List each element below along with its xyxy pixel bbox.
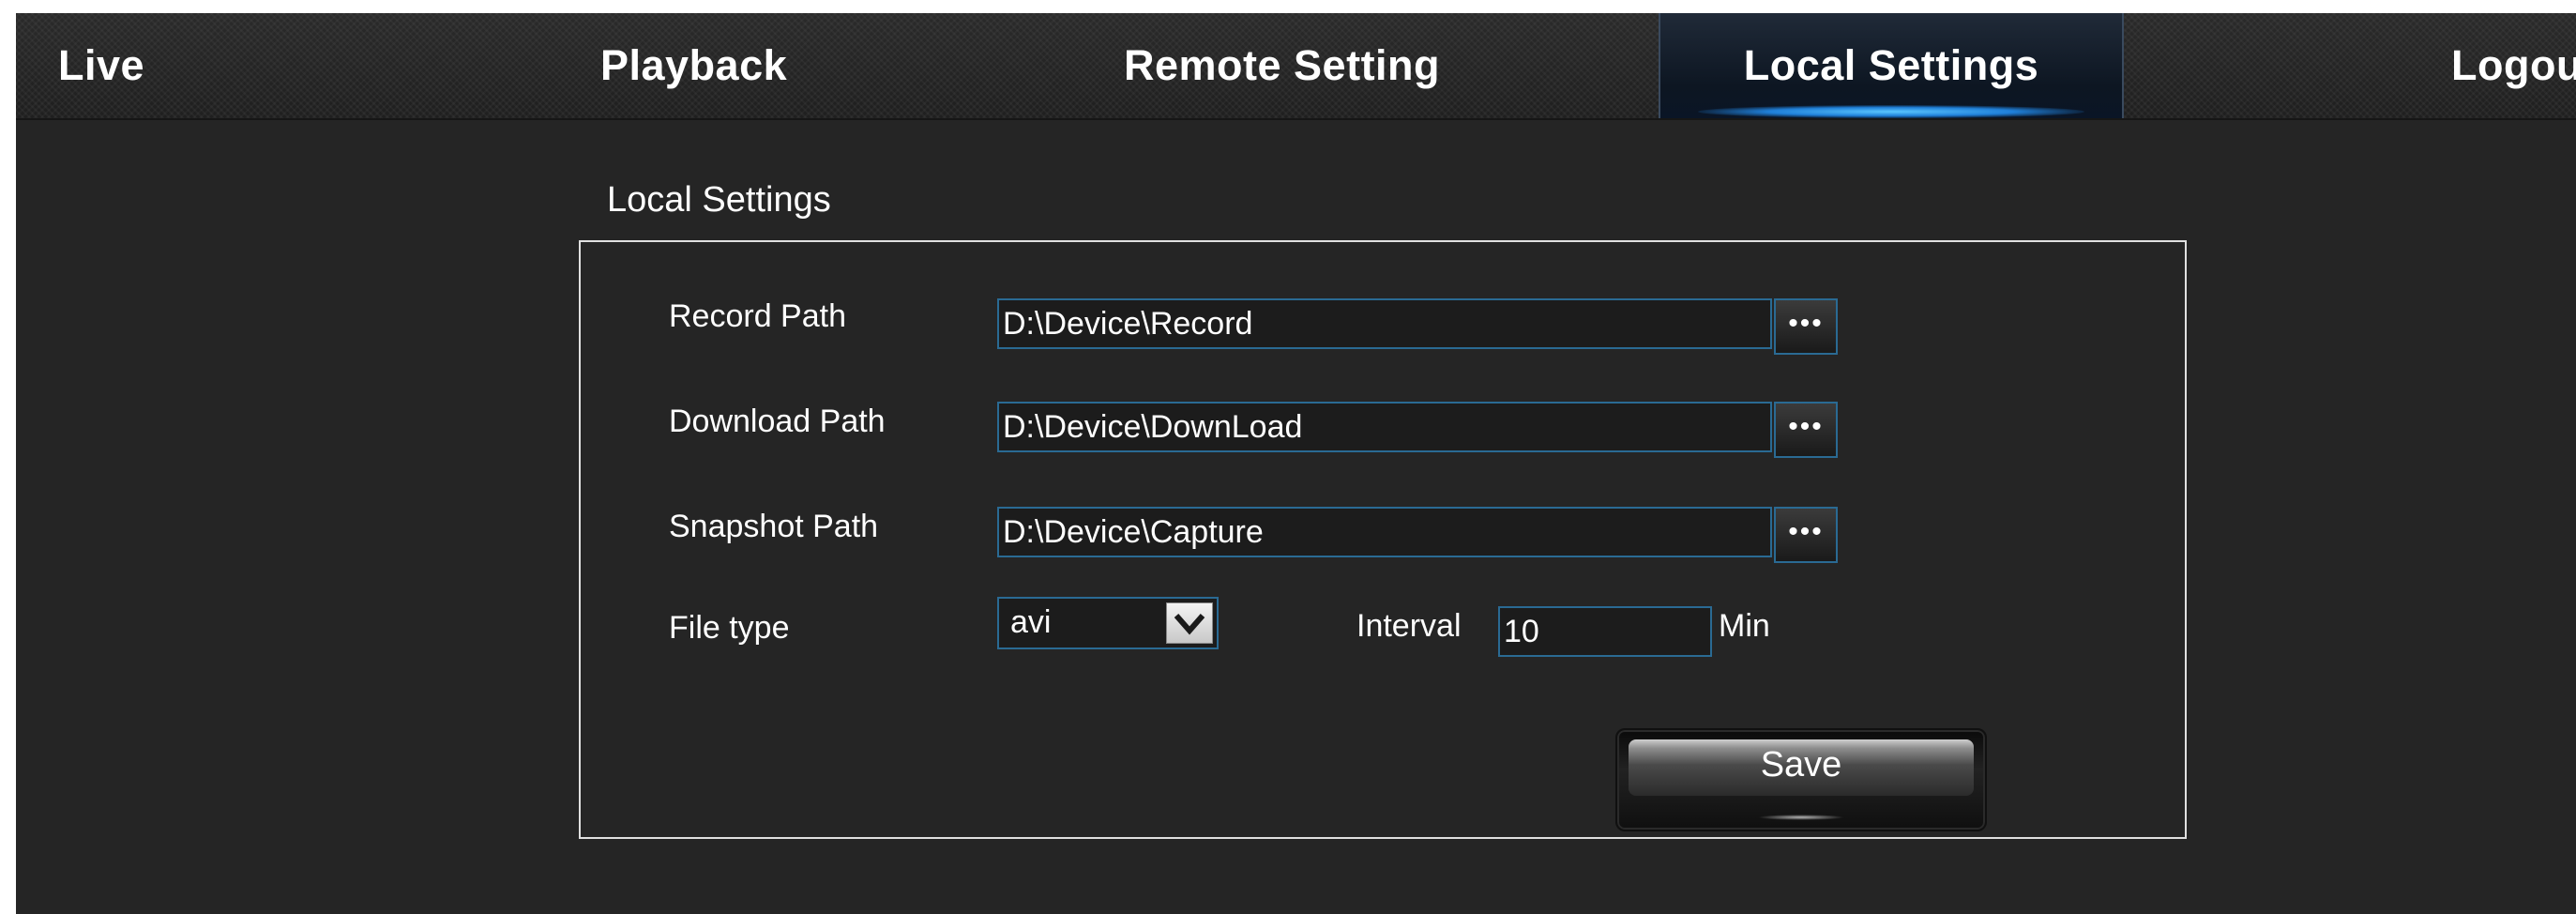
top-navigation: Live Playback Remote Setting Local Setti… (16, 13, 2576, 120)
download-path-input[interactable] (997, 402, 1772, 452)
record-path-input[interactable] (997, 298, 1772, 349)
interval-label: Interval (1356, 608, 1462, 644)
save-button-label: Save (1760, 745, 1842, 785)
download-path-browse-button[interactable]: ••• (1774, 402, 1838, 458)
record-path-browse-button[interactable]: ••• (1774, 298, 1838, 355)
active-tab-indicator (1698, 105, 2084, 118)
save-button[interactable]: Save (1615, 728, 1987, 831)
nav-tab-local-settings[interactable]: Local Settings (1659, 13, 2124, 118)
nav-tab-remote-setting[interactable]: Remote Setting (1124, 13, 1440, 118)
save-button-shine (1758, 815, 1844, 820)
nav-tab-playback[interactable]: Playback (600, 13, 787, 118)
file-type-label: File type (669, 610, 790, 646)
nav-logout[interactable]: Logout (2451, 13, 2576, 118)
record-path-label: Record Path (669, 298, 846, 334)
section-title: Local Settings (607, 180, 831, 220)
chevron-down-icon[interactable] (1166, 602, 1213, 644)
nav-tab-live[interactable]: Live (58, 13, 144, 118)
download-path-label: Download Path (669, 404, 886, 439)
snapshot-path-label: Snapshot Path (669, 509, 879, 544)
interval-unit-label: Min (1719, 608, 1770, 644)
snapshot-path-browse-button[interactable]: ••• (1774, 507, 1838, 563)
nav-tab-local-settings-label: Local Settings (1743, 41, 2039, 89)
file-type-select[interactable]: avi (997, 597, 1219, 649)
snapshot-path-input[interactable] (997, 507, 1772, 557)
interval-input[interactable] (1498, 606, 1712, 657)
file-type-value: avi (1010, 604, 1052, 640)
